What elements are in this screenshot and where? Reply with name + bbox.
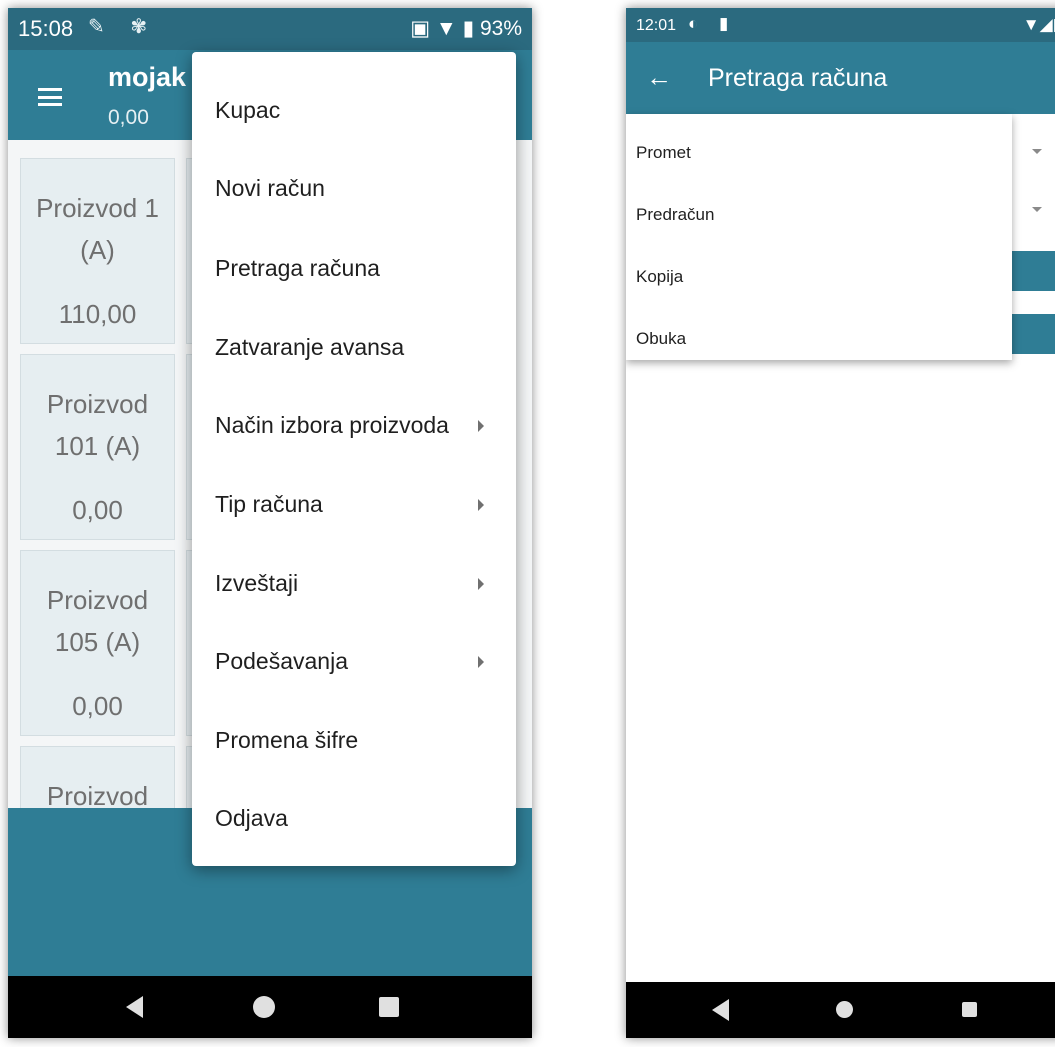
back-icon[interactable] xyxy=(126,996,143,1018)
menu-item-pretraga-racuna[interactable]: Pretraga računa xyxy=(192,229,516,307)
product-tile[interactable]: Proizvod 1 (A) 110,00 xyxy=(20,158,175,344)
overflow-menu: Kupac Novi račun Pretraga računa Zatvara… xyxy=(192,52,516,866)
system-nav-bar xyxy=(626,982,1055,1038)
status-right: ▣ ▼ ▮ 93% xyxy=(410,16,522,41)
status-bar: 15:08 ✎ ✾ ▣ ▼ ▮ 93% xyxy=(8,8,532,50)
menu-item-promena-sifre[interactable]: Promena šifre xyxy=(192,701,516,779)
notification-icons: ◐ ▮ xyxy=(688,14,737,33)
notification-icons: ✎ ✾ xyxy=(88,16,158,38)
dropdown-arrow-icon[interactable] xyxy=(1032,207,1042,212)
product-price: 0,00 xyxy=(72,495,123,525)
menu-item-odjava[interactable]: Odjava xyxy=(192,779,516,857)
app-bar: ← Pretraga računa xyxy=(626,42,1055,114)
dropdown-option-kopija[interactable]: Kopija xyxy=(626,245,1012,305)
recents-icon[interactable] xyxy=(962,1002,977,1017)
product-price: 0,00 xyxy=(72,691,123,721)
product-name: Proizvod xyxy=(46,781,149,808)
product-tile[interactable]: Proizvod xyxy=(20,746,175,808)
dropdown-option-promet[interactable]: Promet xyxy=(626,121,1012,181)
menu-item-nacin-izbora-proizvoda[interactable]: Način izbora proizvoda xyxy=(192,386,516,464)
product-tile[interactable]: Proizvod 101 (A) 0,00 xyxy=(20,354,175,540)
submenu-arrow-icon xyxy=(478,656,484,668)
action-button[interactable] xyxy=(1006,251,1055,291)
menu-item-izvestaji[interactable]: Izveštaji xyxy=(192,544,516,622)
status-time: 12:01 xyxy=(636,17,677,34)
app-title: mojak xyxy=(108,62,187,92)
menu-item-podesavanja[interactable]: Podešavanja xyxy=(192,622,516,700)
dropdown-arrow-icon[interactable] xyxy=(1032,149,1042,154)
system-nav-bar xyxy=(8,976,532,1038)
product-name: Proizvod 1 (A) xyxy=(36,193,159,265)
submenu-arrow-icon xyxy=(478,420,484,432)
status-time: 15:08 xyxy=(18,16,74,41)
home-icon[interactable] xyxy=(253,996,275,1018)
menu-item-novi-racun[interactable]: Novi račun xyxy=(192,149,516,227)
product-name: Proizvod 105 (A) xyxy=(46,585,149,657)
page-title: Pretraga računa xyxy=(708,64,888,92)
wifi-icon: ▼ xyxy=(435,17,457,40)
menu-item-zatvaranje-avansa[interactable]: Zatvaranje avansa xyxy=(192,308,516,386)
dropdown-option-obuka[interactable]: Obuka xyxy=(626,307,1012,367)
menu-icon[interactable] xyxy=(38,88,62,106)
dropdown-option-predracun[interactable]: Predračun xyxy=(626,183,1012,243)
signal-icon: ◢ xyxy=(1039,15,1053,34)
back-arrow-icon[interactable]: ← xyxy=(646,64,672,90)
product-tile[interactable]: Proizvod 105 (A) 0,00 xyxy=(20,550,175,736)
menu-item-kupac[interactable]: Kupac xyxy=(192,71,516,149)
back-icon[interactable] xyxy=(712,999,729,1021)
dropdown-menu: Promet Predračun Kopija Obuka xyxy=(626,114,1012,360)
status-right: ▼◢▮ xyxy=(1023,15,1055,35)
product-price: 110,00 xyxy=(58,299,137,329)
right-phone-screen: 12:01 ◐ ▮ ▼◢▮ ← Pretraga računa Promet P… xyxy=(626,8,1055,1038)
product-name: Proizvod 101 (A) xyxy=(46,389,149,461)
left-phone-screen: 15:08 ✎ ✾ ▣ ▼ ▮ 93% mojak 0,00 Proizvod … xyxy=(8,8,532,1038)
cast-icon: ▣ xyxy=(410,17,431,40)
battery-icon: ▮ xyxy=(462,17,475,40)
wifi-icon: ▼ xyxy=(1022,15,1040,34)
status-bar: 12:01 ◐ ▮ ▼◢▮ xyxy=(626,8,1055,42)
submenu-arrow-icon xyxy=(478,578,484,590)
recents-icon[interactable] xyxy=(379,997,399,1017)
app-total: 0,00 xyxy=(108,106,149,129)
action-button[interactable] xyxy=(1006,314,1055,354)
battery-percent: 93% xyxy=(479,17,522,40)
submenu-arrow-icon xyxy=(478,499,484,511)
menu-item-tip-racuna[interactable]: Tip računa xyxy=(192,465,516,543)
home-icon[interactable] xyxy=(836,1001,853,1018)
